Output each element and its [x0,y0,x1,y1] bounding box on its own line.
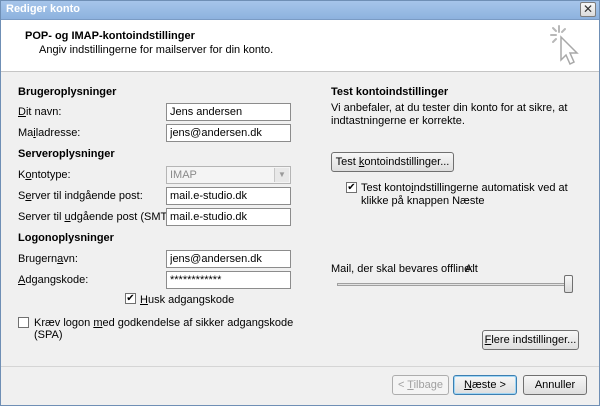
next-button[interactable]: Næste > [453,375,517,395]
username-label: Brugernavn: [18,253,78,265]
close-button[interactable]: ✕ [580,2,596,17]
logon-info-group-label: Logonoplysninger [18,232,114,244]
password-label: Adgangskode: [18,274,89,286]
incoming-server-input[interactable] [166,187,291,205]
test-account-settings-button[interactable]: Test kontoindstillinger... [331,152,454,172]
cancel-button[interactable]: Annuller [523,375,587,395]
incoming-server-label: Server til indgående post: [18,190,143,202]
chevron-down-icon: ▼ [274,168,289,182]
password-input[interactable] [166,271,291,289]
remember-password-checkbox[interactable]: ✔ [125,293,136,304]
user-info-group-label: Brugeroplysninger [18,86,117,98]
auto-test-label: Test kontoindstillingerne automatisk ved… [361,182,568,207]
header-title: POP- og IMAP-kontoindstillinger [25,30,195,42]
username-input[interactable] [166,250,291,268]
edit-account-dialog: Rediger konto ✕ POP- og IMAP-kontoindsti… [0,0,600,406]
account-type-label: Kontotype: [18,169,71,181]
more-settings-button[interactable]: Flere indstillinger... [482,330,579,350]
spa-label: Kræv logon med godkendelse af sikker adg… [34,317,294,341]
account-type-value: IMAP [170,169,197,181]
footer-separator [1,366,599,367]
name-label: Dit navn: [18,106,62,118]
name-input[interactable] [166,103,291,121]
dialog-header: POP- og IMAP-kontoindstillinger Angiv in… [1,20,599,72]
test-description: Vi anbefaler, at du tester din konto for… [331,102,568,127]
account-type-select: IMAP ▼ [166,166,291,184]
offline-slider-track[interactable] [337,283,573,286]
outgoing-server-input[interactable] [166,208,291,226]
back-button[interactable]: < Tilbage [392,375,449,395]
window-title: Rediger konto [6,3,80,15]
outgoing-server-label: Server til udgående post (SMTP): [18,211,182,223]
offline-mail-label: Mail, der skal bevares offline: [331,263,474,275]
server-info-group-label: Serveroplysninger [18,148,115,160]
email-input[interactable] [166,124,291,142]
cursor-sparkle-icon [550,25,579,66]
offline-mail-value: Alt [465,263,478,275]
email-label: Mailadresse: [18,127,81,139]
title-bar[interactable]: Rediger konto ✕ [1,1,599,20]
offline-slider-thumb[interactable] [564,275,573,293]
test-group-label: Test kontoindstillinger [331,86,449,98]
remember-password-label: Husk adgangskode [140,294,235,306]
spa-checkbox[interactable] [18,317,29,328]
auto-test-checkbox[interactable]: ✔ [346,182,357,193]
header-subtitle: Angiv indstillingerne for mailserver for… [39,44,274,56]
